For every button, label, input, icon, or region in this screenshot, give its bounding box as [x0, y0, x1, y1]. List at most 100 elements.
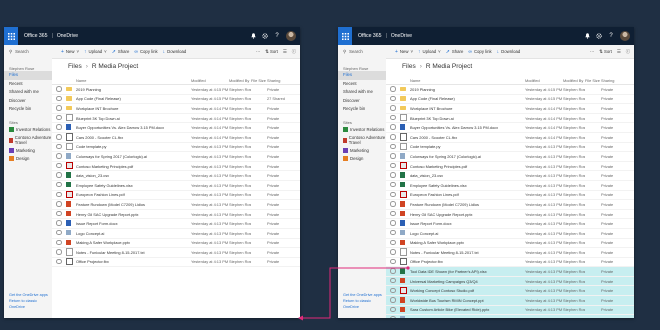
file-row[interactable]: Cars 2000 - Scooter CL.fbx Yesterday at 4…	[386, 133, 634, 143]
file-row[interactable]: Employee Safety Guidelines.xlsx Yesterday…	[386, 181, 634, 191]
file-row[interactable]: Tool Data IDE Shown (for Partner's API).…	[386, 267, 634, 277]
sidebar-item-shared[interactable]: Shared with me	[338, 88, 386, 97]
app-launcher-icon[interactable]	[338, 27, 352, 45]
sidebar-site-item[interactable]: Investor Relations	[4, 126, 52, 134]
help-icon[interactable]: ?	[608, 33, 614, 39]
sidebar-item-files[interactable]: Files	[338, 71, 386, 80]
row-checkbox[interactable]	[386, 134, 400, 141]
column-file-size[interactable]: File Size	[251, 78, 267, 83]
row-checkbox[interactable]	[386, 287, 400, 295]
file-row[interactable]: Contoso Marketing Principles.pdf Yesterda…	[386, 161, 634, 172]
file-row[interactable]: Workplace INT Brochure Yesterday at 4:14 …	[386, 104, 634, 114]
row-checkbox[interactable]	[52, 239, 66, 247]
sidebar-site-item[interactable]: Design	[4, 155, 52, 163]
file-row[interactable]: Notes - Funicular Meeting 8-15-2017.txt Y…	[386, 248, 634, 258]
column-name[interactable]: Name	[76, 78, 191, 83]
row-checkbox[interactable]	[386, 153, 400, 160]
file-row[interactable]: data_vision_23.csv Yesterday at 4:13 PM St…	[386, 171, 634, 181]
file-row[interactable]: Europeon Fashion Lines.pdf Yesterday at 4…	[52, 190, 300, 201]
file-name[interactable]: Office Projector.fbx	[76, 259, 191, 264]
column-sharing[interactable]: Sharing	[267, 78, 287, 83]
info-icon[interactable]: ⓘ	[292, 49, 296, 55]
sidebar-item-shared[interactable]: Shared with me	[4, 88, 52, 97]
row-checkbox[interactable]	[386, 114, 400, 122]
file-row[interactable]: Contoso Marketing Principles.pdf Yesterda…	[52, 161, 300, 172]
file-name[interactable]: Sara Custom Article Bike (Elevated Ride)…	[410, 307, 525, 312]
bell-icon[interactable]	[584, 33, 590, 39]
file-name[interactable]: Employee Safety Guidelines.xlsx	[76, 183, 191, 188]
row-checkbox[interactable]	[52, 86, 66, 93]
file-name[interactable]: Workplace INT Brochure	[76, 106, 191, 111]
share-button[interactable]: ➚ Share	[446, 49, 464, 55]
sidebar-item-recycle-bin[interactable]: Recycle bin	[4, 105, 52, 114]
file-name[interactable]: Working Concept Contoso Studio.pdf	[410, 288, 525, 293]
row-checkbox[interactable]	[386, 268, 400, 275]
file-row[interactable]: Blueprint 3K Top Down.ai Yesterday at 4:1…	[386, 113, 634, 124]
file-name[interactable]: Issue Report Form.docx	[410, 221, 525, 226]
file-row[interactable]: App Code (Final Release) Yesterday at 4:1…	[386, 95, 634, 105]
row-checkbox[interactable]	[52, 114, 66, 122]
file-name[interactable]: Buyer Opportunities Vs. Alex Darrow 3.15…	[410, 125, 525, 130]
file-name[interactable]: Buyer Opportunities Vs. Alex Darrow 3.15…	[76, 125, 191, 130]
file-row[interactable]: Working Concept Contoso Studio.pdf Yester…	[386, 286, 634, 297]
row-checkbox[interactable]	[52, 124, 66, 131]
gear-icon[interactable]	[262, 33, 268, 39]
file-name[interactable]: Tool Data IDE Shown (for Partner's API).…	[410, 269, 525, 274]
row-checkbox[interactable]	[386, 316, 400, 318]
file-name[interactable]: 2019 Planning	[410, 87, 525, 92]
new-button[interactable]: + New ˅	[61, 49, 79, 55]
file-name[interactable]: data_vision_23.csv	[76, 173, 191, 178]
file-name[interactable]: App Code (Final Release)	[410, 96, 525, 101]
row-checkbox[interactable]	[52, 249, 66, 256]
file-name[interactable]: Henry Gil SAC Upgrade Report.pptx	[410, 212, 525, 217]
sidebar-item-discover[interactable]: Discover	[4, 97, 52, 106]
file-name[interactable]: Making A Safer Workplace.pptx	[76, 240, 191, 245]
file-row[interactable]: Code template.py Yesterday at 4:13 PM Step…	[52, 142, 300, 153]
file-row[interactable]: Colorways for Spring 2017 (Colorlogic).a…	[52, 152, 300, 162]
file-row[interactable]: Issue Report Form.docx Yesterday at 4:13 …	[52, 219, 300, 229]
file-row[interactable]: Henry Gil SAC Upgrade Report.pptx Yesterd…	[52, 210, 300, 220]
row-checkbox[interactable]	[386, 181, 400, 189]
sidebar-site-item[interactable]: Contoso Adventure Travel	[4, 134, 52, 147]
sidebar-site-item[interactable]: Investor Relations	[338, 126, 386, 134]
row-checkbox[interactable]	[52, 105, 66, 112]
brand-label[interactable]: Office 365	[24, 33, 48, 39]
row-checkbox[interactable]	[386, 191, 400, 199]
file-name[interactable]: Logo Concept.ai	[410, 231, 525, 236]
row-checkbox[interactable]	[52, 134, 66, 141]
row-checkbox[interactable]	[386, 86, 400, 93]
row-checkbox[interactable]	[52, 143, 66, 151]
file-name[interactable]: Contoso Marketing Principles.pdf	[76, 164, 191, 169]
classic-onedrive-link[interactable]: Return to classic OneDrive	[9, 298, 52, 310]
file-row[interactable]: Cars 2000 - Scooter CL.fbx Yesterday at 4…	[52, 133, 300, 143]
file-row[interactable]: 2019 Planning Yesterday at 4:15 PM Stephen…	[52, 85, 300, 95]
file-name[interactable]: Notes - Funicular Meeting 8-15-2017.txt	[410, 250, 525, 255]
file-name[interactable]: Blueprint 3K Top Down.ai	[410, 116, 525, 121]
bell-icon[interactable]	[250, 33, 256, 39]
sidebar-item-recycle-bin[interactable]: Recycle bin	[338, 105, 386, 114]
file-name[interactable]: data_vision_23.csv	[410, 173, 525, 178]
file-name[interactable]: Universal Marketing Campaigns Q3/Q4	[410, 279, 525, 284]
row-checkbox[interactable]	[52, 153, 66, 160]
row-checkbox[interactable]	[386, 105, 400, 112]
row-checkbox[interactable]	[386, 220, 400, 227]
file-name[interactable]: Workplace INT Brochure	[410, 106, 525, 111]
file-name[interactable]: Feature Rundown (Model C7209) Lidios	[410, 202, 525, 207]
sidebar-site-item[interactable]: Design	[338, 155, 386, 163]
file-name[interactable]: Issue Report Form.docx	[76, 221, 191, 226]
file-name[interactable]: Employee Safety Guidelines.xlsx	[410, 183, 525, 188]
file-name[interactable]: Cars 2000 - Scooter CL.fbx	[410, 135, 525, 140]
file-row[interactable]: Worldwide Bus Tourism RMIN Concept.ppt Ye…	[386, 296, 634, 306]
row-checkbox[interactable]	[386, 172, 400, 179]
upload-button[interactable]: ↑ Upload ˅	[418, 49, 441, 55]
file-row[interactable]: Making A Safer Workplace.pptx Yesterday a…	[386, 239, 634, 249]
sidebar-site-item[interactable]: Marketing	[4, 147, 52, 155]
row-checkbox[interactable]	[386, 258, 400, 266]
brand-label[interactable]: Office 365	[358, 33, 382, 39]
file-row[interactable]: Buyer Opportunities Vs. Alex Darrow 3.15…	[52, 123, 300, 133]
file-row[interactable]: Logo Concept.ai Yesterday at 4:13 PM Steph…	[386, 229, 634, 239]
file-name[interactable]: Office Projector.fbx	[410, 259, 525, 264]
product-label[interactable]: OneDrive	[391, 33, 412, 39]
info-icon[interactable]: ⓘ	[626, 49, 630, 55]
column-modified-by[interactable]: Modified By	[563, 78, 585, 83]
